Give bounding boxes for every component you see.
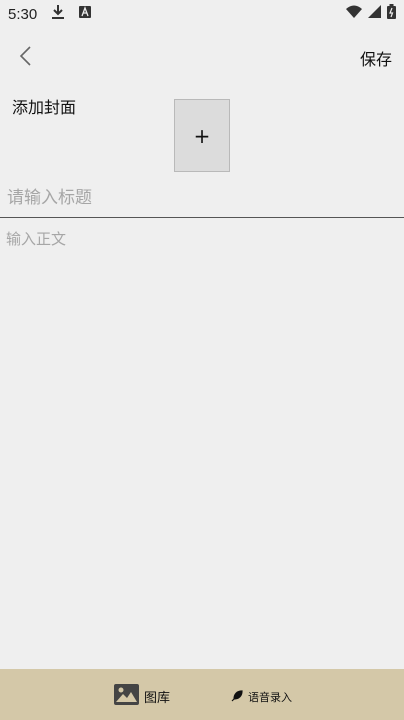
save-button[interactable]: 保存 <box>360 46 392 70</box>
add-cover-button[interactable]: + <box>174 99 230 172</box>
gallery-label: 图库 <box>144 691 171 706</box>
wifi-icon <box>346 5 362 23</box>
voice-input-button[interactable]: 语音录入 <box>231 687 292 706</box>
voice-input-label: 语音录入 <box>248 690 292 704</box>
back-button[interactable] <box>12 44 38 72</box>
body-input[interactable] <box>0 224 404 664</box>
chevron-left-icon <box>18 45 32 71</box>
feather-icon <box>231 687 243 706</box>
title-input[interactable] <box>0 178 404 218</box>
app-a-icon <box>79 5 92 23</box>
image-icon <box>114 684 139 709</box>
gallery-button[interactable]: 图库 <box>114 684 170 709</box>
signal-icon <box>368 5 381 23</box>
bottom-action-bar: 图库 语音录入 <box>0 669 404 720</box>
add-cover-label: 添加封面 <box>12 98 77 117</box>
top-toolbar: 保存 <box>0 30 404 84</box>
status-time: 5:30 <box>8 5 38 23</box>
download-icon <box>51 4 65 25</box>
battery-icon <box>387 4 396 24</box>
status-bar: 5:30 <box>0 0 404 28</box>
plus-icon: + <box>193 123 211 148</box>
